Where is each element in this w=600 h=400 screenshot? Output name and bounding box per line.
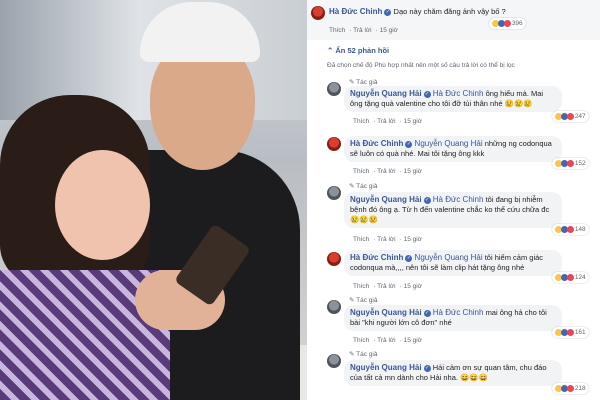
verified-icon: ✓ <box>423 309 431 317</box>
reply-actions: Thích · Trả lời · 15 giờ <box>353 236 422 243</box>
pencil-icon: ✎ <box>349 183 355 190</box>
like-link[interactable]: Thích <box>329 27 345 34</box>
mention-link[interactable]: Nguyễn Quang Hải <box>415 139 483 148</box>
verified-icon: ✓ <box>423 90 431 98</box>
love-icon <box>567 273 574 281</box>
author-tag: ✎ Tác giả <box>349 78 377 86</box>
pencil-icon: ✎ <box>349 351 355 358</box>
author-tag-label: Tác giả <box>356 297 378 304</box>
author-tag: ✎ Tác giả <box>349 350 377 358</box>
chevron-up-icon: ⌃ <box>327 46 334 55</box>
like-link[interactable]: Thích <box>353 236 369 243</box>
timestamp[interactable]: 15 giờ <box>380 27 398 34</box>
photo-woman-face <box>55 150 150 260</box>
reply-bubble: Nguyễn Quang Hải ✓ Hải cảm ơn sự quan tâ… <box>344 360 562 386</box>
reply-author[interactable]: Nguyễn Quang Hải <box>350 195 422 204</box>
mention-link[interactable]: Hà Đức Chinh <box>433 195 484 204</box>
comments-panel: Hà Đức Chinh ✓ Dạo này chăm đăng ảnh vậy… <box>307 0 600 400</box>
reaction-count: 124 <box>574 274 586 281</box>
avatar[interactable] <box>327 300 341 314</box>
hide-replies-label: Ẩn 52 phản hồi <box>335 46 390 55</box>
reply-author[interactable]: Nguyễn Quang Hải <box>350 308 422 317</box>
timestamp[interactable]: 15 giờ <box>404 168 422 175</box>
reply-bubble: Nguyễn Quang Hải ✓ Hà Đức Chinh mai ông … <box>344 305 562 331</box>
reply-author[interactable]: Nguyễn Quang Hải <box>350 363 422 372</box>
reply-bubble: Hà Đức Chinh ✓ Nguyễn Quang Hải tôi hiểm… <box>344 250 562 276</box>
author-tag-label: Tác giả <box>356 79 378 86</box>
love-icon <box>567 159 574 167</box>
reply-link[interactable]: Trả lời <box>377 337 395 344</box>
love-icon <box>567 328 574 336</box>
reply-author[interactable]: Hà Đức Chinh <box>350 253 403 262</box>
avatar[interactable] <box>327 82 341 96</box>
reply-link[interactable]: Trả lời <box>353 27 371 34</box>
avatar[interactable] <box>327 137 341 151</box>
reply-actions: Thích · Trả lời · 15 giờ <box>353 168 422 175</box>
timestamp[interactable]: 15 giờ <box>404 337 422 344</box>
reply-link[interactable]: Trả lời <box>377 236 395 243</box>
hide-replies-link[interactable]: ⌃ Ẩn 52 phản hồi <box>327 46 389 55</box>
love-icon <box>567 112 574 120</box>
reply-link[interactable]: Trả lời <box>377 168 395 175</box>
reaction-count: 396 <box>511 20 523 27</box>
reaction-summary[interactable]: 396 <box>489 18 526 29</box>
like-link[interactable]: Thích <box>353 283 369 290</box>
pencil-icon: ✎ <box>349 79 355 86</box>
avatar[interactable] <box>327 252 341 266</box>
avatar[interactable] <box>327 354 341 368</box>
comment-actions: Thích · Trả lời · 15 giờ <box>329 27 398 34</box>
verified-icon: ✓ <box>423 196 431 204</box>
reply-actions: Thích · Trả lời · 15 giờ <box>353 283 422 290</box>
author-tag-label: Tác giả <box>356 183 378 190</box>
like-link[interactable]: Thích <box>353 168 369 175</box>
timestamp[interactable]: 15 giờ <box>404 118 422 125</box>
timestamp[interactable]: 15 giờ <box>404 236 422 243</box>
comment-text: Dạo này chăm đăng ảnh vậy bố ? <box>393 7 506 16</box>
reaction-count: 218 <box>574 385 586 392</box>
reply-link[interactable]: Trả lời <box>377 118 395 125</box>
like-link[interactable]: Thích <box>353 337 369 344</box>
verified-icon: ✓ <box>384 8 392 16</box>
reply-bubble: Hà Đức Chinh ✓ Nguyễn Quang Hải những ng… <box>344 136 562 162</box>
reaction-count: 161 <box>574 329 586 336</box>
comment-author[interactable]: Hà Đức Chinh <box>329 7 382 16</box>
reaction-count: 148 <box>574 226 586 233</box>
love-icon <box>567 225 574 233</box>
mention-link[interactable]: Nguyễn Quang Hải <box>415 253 483 262</box>
reaction-count: 247 <box>574 113 586 120</box>
top-comment: Hà Đức Chinh ✓ Dạo này chăm đăng ảnh vậy… <box>307 0 600 40</box>
love-icon <box>567 384 574 392</box>
reply-link[interactable]: Trả lời <box>377 283 395 290</box>
reaction-summary[interactable]: 161 <box>552 327 589 338</box>
reaction-summary[interactable]: 148 <box>552 224 589 235</box>
timestamp[interactable]: 15 giờ <box>404 283 422 290</box>
author-tag-label: Tác giả <box>356 351 378 358</box>
avatar[interactable] <box>311 6 325 20</box>
reaction-summary[interactable]: 124 <box>552 272 589 283</box>
reply-bubble: Nguyễn Quang Hải ✓ Hà Đức Chinh tôi đang… <box>344 192 562 228</box>
pencil-icon: ✎ <box>349 297 355 304</box>
reply-author[interactable]: Nguyễn Quang Hải <box>350 89 422 98</box>
mention-link[interactable]: Hà Đức Chinh <box>433 89 484 98</box>
author-tag: ✎ Tác giả <box>349 182 377 190</box>
filter-notice: Đã chọn chế độ Phù hợp nhất nên một số c… <box>327 62 515 69</box>
avatar[interactable] <box>327 186 341 200</box>
reaction-summary[interactable]: 247 <box>552 111 589 122</box>
author-tag: ✎ Tác giả <box>349 296 377 304</box>
reply-bubble: Nguyễn Quang Hải ✓ Hà Đức Chinh ông hiểu… <box>344 86 562 112</box>
reaction-summary[interactable]: 218 <box>552 383 589 394</box>
couple-photo <box>0 0 307 400</box>
reply-author[interactable]: Hà Đức Chinh <box>350 139 403 148</box>
verified-icon: ✓ <box>405 254 413 262</box>
reply-actions: Thích · Trả lời · 15 giờ <box>353 118 422 125</box>
love-icon <box>504 19 511 27</box>
like-link[interactable]: Thích <box>353 118 369 125</box>
reaction-summary[interactable]: 152 <box>552 158 589 169</box>
reply-actions: Thích · Trả lời · 15 giờ <box>353 337 422 344</box>
verified-icon: ✓ <box>405 140 413 148</box>
verified-icon: ✓ <box>423 364 431 372</box>
mention-link[interactable]: Hà Đức Chinh <box>433 308 484 317</box>
reaction-count: 152 <box>574 160 586 167</box>
